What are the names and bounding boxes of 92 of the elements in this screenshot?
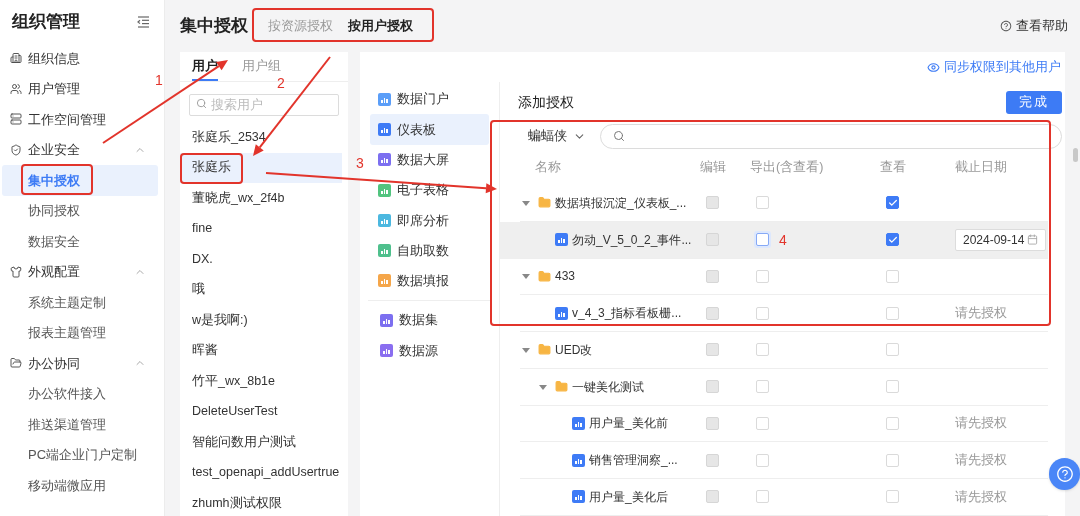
- sidebar-item[interactable]: 推送渠道管理: [2, 409, 158, 440]
- sidebar-item[interactable]: 办公软件接入: [2, 378, 158, 409]
- category-item[interactable]: 自助取数: [370, 235, 489, 266]
- scrollbar-thumb[interactable]: [1073, 148, 1078, 162]
- chart-icon: [572, 490, 585, 504]
- annotation-number: 4: [779, 233, 787, 248]
- sidebar-item[interactable]: 外观配置: [2, 256, 158, 287]
- page-title: 集中授权: [180, 15, 248, 38]
- eye-icon: [927, 60, 940, 74]
- user-item[interactable]: test_openapi_addUsertrue: [180, 457, 342, 488]
- sidebar-item[interactable]: 企业安全: [2, 134, 158, 165]
- help-icon: [1055, 465, 1074, 483]
- sidebar-item[interactable]: 集中授权: [2, 165, 158, 196]
- category-item[interactable]: 数据填报: [370, 265, 489, 297]
- users-icon: [10, 82, 22, 95]
- category-item[interactable]: 数据大屏: [370, 144, 489, 175]
- shield-icon: [10, 143, 22, 156]
- chart-icon: [572, 416, 585, 430]
- category-item[interactable]: 数据源: [370, 335, 489, 366]
- user-item[interactable]: 张庭乐: [180, 152, 342, 183]
- help-link[interactable]: 查看帮助: [1000, 16, 1068, 36]
- sidebar-item[interactable]: 数据安全: [2, 226, 158, 257]
- done-button[interactable]: 完成: [1006, 90, 1062, 114]
- sync-link[interactable]: 同步权限到其他用户: [927, 57, 1061, 77]
- user-item[interactable]: DeleteUserTest: [180, 396, 342, 427]
- shirt-icon: [10, 265, 22, 278]
- resource-name: 勿动_V_5_0_2_事件...: [572, 231, 692, 249]
- help-button[interactable]: [1049, 458, 1080, 490]
- sidebar-item[interactable]: 组织信息: [2, 43, 158, 74]
- user-item[interactable]: 董晓虎_wx_2f4b: [180, 183, 342, 214]
- resource-name: 用户量_美化后: [589, 488, 668, 506]
- search-icon: [613, 130, 625, 142]
- user-item[interactable]: zhumh测试权限: [180, 488, 342, 516]
- section-title: 添加授权: [518, 92, 574, 112]
- highlight-frame: [21, 164, 93, 195]
- building-icon: [10, 52, 22, 65]
- annotation-number: 1: [155, 73, 163, 88]
- sidebar-item[interactable]: 报表主题管理: [2, 317, 158, 348]
- column-header: 查看: [880, 159, 907, 177]
- deadline-hint: 请先授权: [955, 415, 1007, 432]
- sidebar-title: 组织管理: [12, 10, 80, 33]
- category-item[interactable]: 仪表板: [370, 114, 489, 145]
- sidebar-item[interactable]: 办公协同: [2, 348, 158, 379]
- sidebar-item[interactable]: 移动端微应用: [2, 470, 158, 501]
- user-item[interactable]: fine: [180, 213, 342, 244]
- column-header: 编辑: [700, 159, 727, 177]
- help-icon: [1000, 20, 1012, 32]
- resource-name: 一键美化测试: [572, 378, 644, 396]
- resource-name: 销售管理洞察_...: [589, 452, 678, 470]
- category-item[interactable]: 数据集: [370, 305, 489, 336]
- deadline-hint: 请先授权: [955, 304, 1007, 322]
- deadline-hint: 请先授权: [955, 488, 1007, 506]
- chart-icon: [555, 233, 568, 247]
- deadline-hint: 请先授权: [955, 451, 1007, 469]
- user-item[interactable]: DX.: [180, 244, 342, 275]
- user-item[interactable]: w是我啊:): [180, 305, 342, 336]
- resource-name: v_4_3_指标看板栅...: [572, 305, 682, 323]
- search-icon: [196, 97, 207, 109]
- user-item[interactable]: 智能问数用户测试: [180, 427, 342, 458]
- folder-icon: [538, 343, 551, 357]
- collapse-menu-icon[interactable]: [137, 15, 150, 28]
- category-item[interactable]: 即席分析: [370, 205, 489, 236]
- folder-icon: [538, 269, 551, 283]
- chart-icon: [555, 306, 568, 320]
- resource-name: UED改: [555, 341, 593, 359]
- category-item[interactable]: 数据门户: [370, 84, 489, 115]
- folder-icon: [10, 357, 22, 370]
- chart-icon: [572, 453, 585, 467]
- highlight-frame: [180, 153, 243, 184]
- column-header: 截止日期: [955, 159, 1007, 177]
- sidebar-item[interactable]: 工作空间管理: [2, 104, 158, 135]
- resource-name: 数据填报沉淀_仪表板_...: [555, 194, 687, 212]
- owner-dropdown[interactable]: 蝙蝠侠: [528, 126, 586, 146]
- sidebar-item[interactable]: 系统主题定制: [2, 287, 158, 318]
- user-item[interactable]: 竹平_wx_8b1e: [180, 366, 342, 397]
- calendar-icon: [1027, 234, 1038, 246]
- column-header: 导出(含查看): [750, 159, 825, 177]
- resource-name: 433: [555, 268, 576, 286]
- annotation-number: 3: [356, 156, 364, 171]
- tab[interactable]: 按用户授权: [348, 12, 413, 42]
- sidebar-item[interactable]: PC端企业门户定制: [2, 439, 158, 470]
- annotation-number: 2: [277, 76, 285, 91]
- search-field[interactable]: 搜索用户: [189, 94, 339, 116]
- sidebar-item[interactable]: 协同授权: [2, 195, 158, 226]
- resource-name: 用户量_美化前: [589, 415, 668, 433]
- folder-icon: [555, 380, 568, 394]
- user-item[interactable]: 晖酱: [180, 335, 342, 366]
- column-header: 名称: [534, 159, 562, 177]
- user-item[interactable]: 哦: [180, 274, 342, 305]
- user-item[interactable]: 张庭乐_2534: [180, 122, 342, 153]
- server-icon: [10, 113, 22, 126]
- folder-icon: [538, 196, 551, 210]
